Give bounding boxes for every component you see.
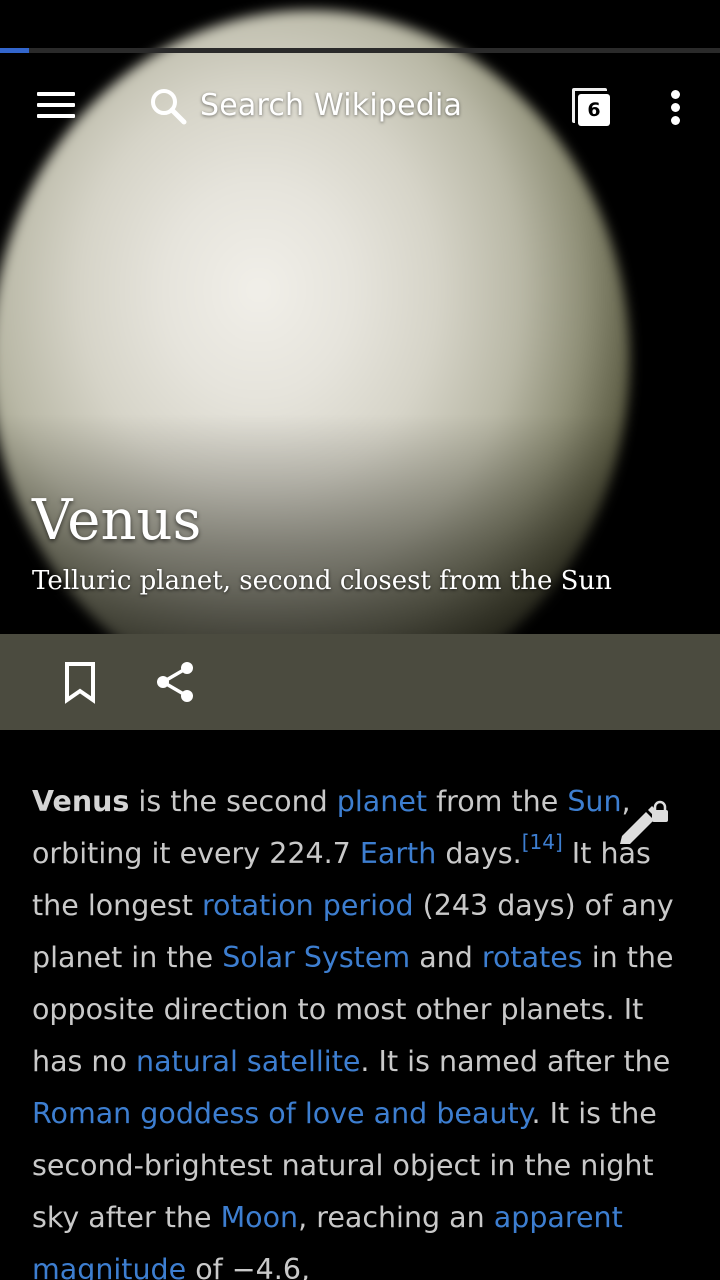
article-link[interactable]: rotation period [202,889,414,922]
search-input[interactable]: Search Wikipedia [200,88,462,123]
page-title: Venus [32,488,202,553]
tabs-count: 6 [578,94,610,126]
article-text: and [410,941,482,974]
article-action-bar [0,634,720,730]
share-icon[interactable] [152,658,200,706]
article-text: from the [427,785,568,818]
hamburger-menu-icon[interactable] [26,82,86,128]
bookmark-icon[interactable] [58,660,102,704]
article-text: days. [436,837,522,870]
article-lead-paragraph: Venus is the second planet from the Sun,… [32,776,682,1280]
article-link[interactable]: rotates [482,941,583,974]
article-link[interactable]: Sun [567,785,621,818]
article-screen: Search Wikipedia 6 Venus Telluric planet… [0,0,720,1280]
article-text: , reaching an [298,1201,494,1234]
page-loading-progress [0,48,29,53]
reference-superscript: [14] [522,830,563,854]
tabs-button[interactable]: 6 [568,86,616,130]
edit-locked-icon[interactable] [616,800,672,852]
article-link[interactable]: Moon [221,1201,299,1234]
reference-link[interactable]: [14] [522,830,563,854]
article-bold-term: Venus [32,785,130,818]
article-link[interactable]: planet [337,785,427,818]
page-loading-bar [0,48,720,53]
article-text: of −4.6, [186,1253,311,1280]
toolbar: Search Wikipedia 6 [0,60,720,152]
article-link[interactable]: Earth [360,837,436,870]
page-description: Telluric planet, second closest from the… [32,566,612,596]
article-text: is the second [129,785,337,818]
more-vertical-icon[interactable] [656,84,696,132]
article-link[interactable]: Solar System [222,941,410,974]
article-link[interactable]: natural satellite [136,1045,360,1078]
article-text: . It is named after the [360,1045,671,1078]
article-link[interactable]: Roman goddess of love and beauty [32,1097,531,1130]
search-icon[interactable] [148,86,188,126]
